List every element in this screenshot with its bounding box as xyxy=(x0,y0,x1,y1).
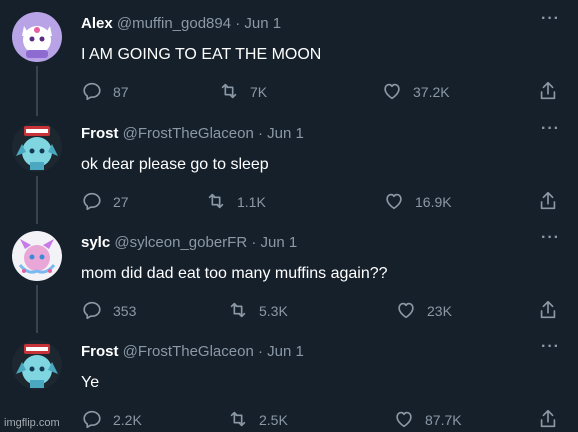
like-count: 37.2K xyxy=(413,83,450,100)
reply-count: 353 xyxy=(113,302,137,319)
retweet-button[interactable]: 7K xyxy=(218,80,267,102)
like-count: 87.7K xyxy=(425,411,462,428)
like-icon xyxy=(398,302,414,319)
tweet-date[interactable]: Jun 1 xyxy=(244,15,281,32)
tweet[interactable]: Frost @FrostTheGlaceon · Jun 1 ··· Ye 2.… xyxy=(0,328,578,432)
reply-icon xyxy=(83,301,101,320)
reply-count: 27 xyxy=(113,193,129,210)
like-icon xyxy=(384,83,400,100)
display-name[interactable]: Alex xyxy=(81,15,113,32)
more-icon[interactable]: ··· xyxy=(541,229,560,247)
tweet-actions: 27 1.1K 16.9K xyxy=(81,190,561,212)
like-button[interactable]: 37.2K xyxy=(381,80,450,102)
retweet-button[interactable]: 5.3K xyxy=(227,299,288,321)
avatar[interactable] xyxy=(12,231,62,281)
reply-count: 2.2K xyxy=(113,411,142,428)
reply-count: 87 xyxy=(113,83,129,100)
more-icon[interactable]: ··· xyxy=(541,120,560,138)
tweet-date[interactable]: Jun 1 xyxy=(261,234,298,251)
user-handle[interactable]: @FrostTheGlaceon xyxy=(123,343,254,360)
reply-button[interactable]: 353 xyxy=(81,299,136,321)
more-icon[interactable]: ··· xyxy=(541,338,560,356)
like-count: 16.9K xyxy=(415,193,452,210)
display-name[interactable]: sylc xyxy=(81,234,110,251)
display-name[interactable]: Frost xyxy=(81,343,119,360)
user-handle[interactable]: @muffin_god894 xyxy=(117,15,231,32)
user-handle[interactable]: @sylceon_goberFR xyxy=(114,234,247,251)
retweet-icon xyxy=(221,83,237,99)
tweet-actions: 2.2K 2.5K 87.7K xyxy=(81,408,561,430)
user-handle[interactable]: @FrostTheGlaceon xyxy=(123,125,254,142)
tweet-header: sylc @sylceon_goberFR · Jun 1 xyxy=(81,234,297,252)
reply-icon xyxy=(83,82,101,101)
reply-button[interactable]: 87 xyxy=(81,80,129,102)
retweet-count: 2.5K xyxy=(259,411,288,428)
more-icon[interactable]: ··· xyxy=(541,10,560,28)
separator-dot: · xyxy=(235,15,241,32)
separator-dot: · xyxy=(251,234,257,251)
share-button[interactable] xyxy=(537,408,559,430)
tweet-date[interactable]: Jun 1 xyxy=(267,125,304,142)
like-count: 23K xyxy=(427,302,452,319)
retweet-icon xyxy=(230,411,246,427)
reply-button[interactable]: 2.2K xyxy=(81,408,142,430)
tweet[interactable]: Frost @FrostTheGlaceon · Jun 1 ··· ok de… xyxy=(0,110,578,220)
retweet-count: 5.3K xyxy=(259,302,288,319)
tweet[interactable]: sylc @sylceon_goberFR · Jun 1 ··· mom di… xyxy=(0,219,578,329)
tweet-text: Ye xyxy=(81,374,100,391)
share-button[interactable] xyxy=(537,299,559,321)
tweet-text: mom did dad eat too many muffins again?? xyxy=(81,265,388,282)
tweet-date[interactable]: Jun 1 xyxy=(267,343,304,360)
like-button[interactable]: 23K xyxy=(395,299,452,321)
share-icon xyxy=(540,409,556,428)
tweet-actions: 353 5.3K 23K xyxy=(81,299,561,321)
display-name[interactable]: Frost xyxy=(81,125,119,142)
like-icon xyxy=(396,411,412,428)
tweet-text: ok dear please go to sleep xyxy=(81,156,269,173)
tweet-header: Frost @FrostTheGlaceon · Jun 1 xyxy=(81,343,304,361)
retweet-icon xyxy=(208,193,224,209)
like-button[interactable]: 87.7K xyxy=(393,408,462,430)
share-button[interactable] xyxy=(537,80,559,102)
separator-dot: · xyxy=(257,125,263,142)
share-icon xyxy=(540,81,556,100)
watermark: imgflip.com xyxy=(4,417,60,429)
share-icon xyxy=(540,300,556,319)
retweet-icon xyxy=(230,302,246,318)
reply-button[interactable]: 27 xyxy=(81,190,129,212)
avatar[interactable] xyxy=(12,340,62,390)
like-button[interactable]: 16.9K xyxy=(383,190,452,212)
separator-dot: · xyxy=(257,343,263,360)
retweet-count: 7K xyxy=(250,83,268,100)
reply-icon xyxy=(83,410,101,429)
retweet-button[interactable]: 2.5K xyxy=(227,408,288,430)
avatar[interactable] xyxy=(12,122,62,172)
tweet-thread: Alex @muffin_god894 · Jun 1 ··· I AM GOI… xyxy=(0,0,578,432)
reply-icon xyxy=(83,192,101,211)
tweet-actions: 87 7K 37.2K xyxy=(81,80,561,102)
retweet-button[interactable]: 1.1K xyxy=(205,190,266,212)
tweet-text: I AM GOING TO EAT THE MOON xyxy=(81,46,322,63)
tweet[interactable]: Alex @muffin_god894 · Jun 1 ··· I AM GOI… xyxy=(0,0,578,110)
share-button[interactable] xyxy=(537,190,559,212)
avatar[interactable] xyxy=(12,12,62,62)
tweet-header: Frost @FrostTheGlaceon · Jun 1 xyxy=(81,125,304,143)
like-icon xyxy=(386,193,402,210)
tweet-header: Alex @muffin_god894 · Jun 1 xyxy=(81,15,281,33)
share-icon xyxy=(540,191,556,210)
retweet-count: 1.1K xyxy=(237,193,266,210)
